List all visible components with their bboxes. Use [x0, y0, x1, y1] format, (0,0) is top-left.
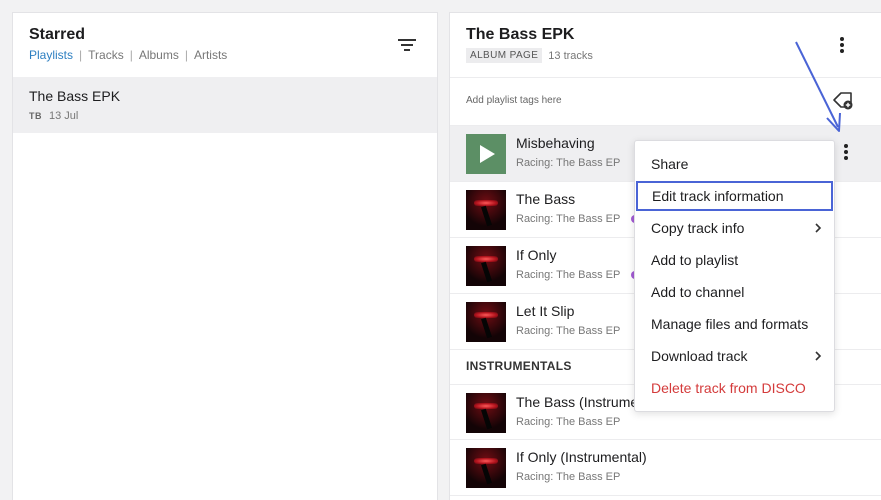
playlist-name: The Bass EPK	[29, 88, 121, 104]
tab-tracks[interactable]: Tracks	[88, 48, 124, 62]
menu-item-copy-track-info[interactable]: Copy track info	[635, 213, 834, 243]
playlist-title: The Bass EPK	[466, 26, 575, 43]
tab-albums[interactable]: Albums	[139, 48, 179, 62]
section-instrumentals: INSTRUMENTALS	[466, 359, 572, 373]
playlist-subtitle: ALBUM PAGE 13 tracks	[466, 48, 593, 63]
track-subtitle: Racing: The Bass EP	[516, 325, 621, 337]
track-title: Misbehaving	[516, 135, 595, 151]
tab-separator: |	[184, 48, 188, 62]
menu-item-delete-track[interactable]: Delete track from DISCO	[635, 373, 834, 403]
menu-item-label: Delete track from DISCO	[651, 380, 806, 396]
track-row[interactable]: If Only (Instrumental) Racing: The Bass …	[450, 440, 881, 496]
track-artwork	[466, 448, 506, 488]
menu-item-add-to-playlist[interactable]: Add to playlist	[635, 245, 834, 275]
playlist-tags-input[interactable]: Add playlist tags here	[466, 95, 562, 106]
playlist-meta: TB 13 Jul	[29, 110, 78, 122]
track-artwork	[466, 302, 506, 342]
track-count: 13 tracks	[548, 49, 593, 62]
tab-separator: |	[129, 48, 133, 62]
chevron-right-icon	[815, 351, 822, 361]
track-title: The Bass	[516, 191, 576, 207]
divider	[450, 77, 881, 78]
playlist-more-icon[interactable]	[834, 35, 850, 55]
track-subtitle: Racing: The Bass EP	[516, 213, 621, 225]
starred-title: Starred	[29, 26, 86, 43]
track-artwork	[466, 246, 506, 286]
album-page-badge: ALBUM PAGE	[466, 48, 543, 63]
play-icon	[480, 145, 495, 163]
menu-item-label: Add to playlist	[651, 252, 739, 268]
starred-tabs: Playlists | Tracks | Albums | Artists	[29, 48, 227, 62]
playlist-item[interactable]: The Bass EPK TB 13 Jul	[13, 77, 437, 133]
track-subtitle: Racing: The Bass EP	[516, 416, 621, 428]
menu-item-manage-files[interactable]: Manage files and formats	[635, 309, 834, 339]
play-button[interactable]	[466, 134, 506, 174]
track-title: If Only (Instrumental)	[516, 449, 647, 465]
track-context-menu: Share Edit track information Copy track …	[634, 140, 835, 412]
track-artwork	[466, 190, 506, 230]
menu-item-label: Share	[651, 156, 689, 172]
menu-item-add-to-channel[interactable]: Add to channel	[635, 277, 834, 307]
tab-playlists[interactable]: Playlists	[29, 48, 73, 62]
menu-item-label: Manage files and formats	[651, 316, 809, 332]
menu-item-download-track[interactable]: Download track	[635, 341, 834, 371]
track-subtitle: Racing: The Bass EP	[516, 471, 621, 483]
menu-item-label: Download track	[651, 348, 748, 364]
tab-artists[interactable]: Artists	[194, 48, 227, 62]
starred-panel: Starred Playlists | Tracks | Albums | Ar…	[12, 12, 438, 500]
menu-item-label: Edit track information	[652, 188, 784, 204]
menu-item-edit-track-information[interactable]: Edit track information	[636, 181, 833, 211]
tab-separator: |	[79, 48, 83, 62]
menu-item-label: Copy track info	[651, 220, 745, 236]
menu-item-share[interactable]: Share	[635, 149, 834, 179]
chevron-right-icon	[815, 223, 822, 233]
track-artwork	[466, 393, 506, 433]
menu-item-label: Add to channel	[651, 284, 745, 300]
filter-icon[interactable]	[397, 37, 417, 53]
playlist-initials: TB	[29, 111, 42, 121]
track-title: Let It Slip	[516, 303, 575, 319]
track-more-icon[interactable]	[839, 143, 853, 161]
track-title: If Only	[516, 247, 557, 263]
track-subtitle: Racing: The Bass EP	[516, 157, 621, 169]
track-subtitle: Racing: The Bass EP	[516, 269, 621, 281]
add-tag-icon[interactable]	[832, 89, 854, 111]
playlist-date: 13 Jul	[49, 110, 79, 122]
